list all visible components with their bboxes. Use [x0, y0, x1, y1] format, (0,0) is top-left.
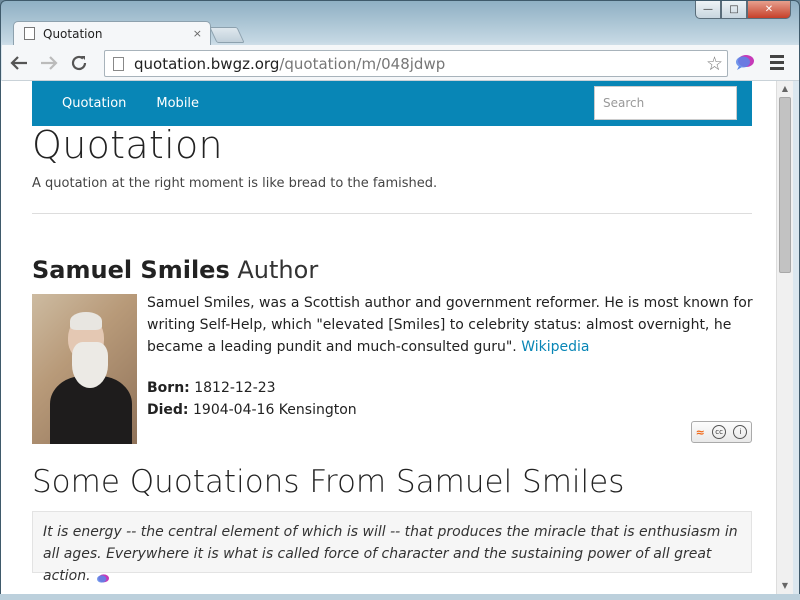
- died-label: Died:: [147, 402, 189, 418]
- window-bottom-frame: [0, 594, 800, 600]
- url-path: /quotation/m/048jdwp: [279, 54, 446, 73]
- maximize-button[interactable]: □: [721, 1, 747, 19]
- author-name: Samuel Smiles: [32, 256, 230, 284]
- site-title: Quotation: [32, 123, 223, 167]
- page-viewport: Quotation Mobile Search Quotation A quot…: [1, 81, 777, 594]
- site-tagline: A quotation at the right moment is like …: [32, 176, 438, 191]
- born-label: Born:: [147, 380, 190, 396]
- reload-icon: [71, 55, 87, 70]
- back-button[interactable]: [6, 50, 32, 76]
- freebase-icon: ≈: [695, 425, 705, 439]
- page-icon: [24, 27, 35, 40]
- died-value: 1904-04-16 Kensington: [193, 402, 357, 418]
- quote-text: It is energy -- the central element of w…: [43, 524, 738, 584]
- quote-card: It is energy -- the central element of w…: [32, 511, 752, 584]
- author-role: Author: [237, 256, 319, 284]
- page-icon: [113, 56, 124, 71]
- chat-bubble-icon[interactable]: [95, 570, 111, 583]
- scroll-down-arrow-icon[interactable]: ▼: [777, 578, 793, 594]
- address-bar[interactable]: quotation.bwgz.org/quotation/m/048jdwp ☆: [104, 50, 728, 77]
- author-facts: Born: 1812-12-23 Died: 1904-04-16 Kensin…: [147, 377, 357, 421]
- divider: [32, 213, 752, 214]
- scroll-up-arrow-icon[interactable]: ▲: [777, 81, 793, 97]
- url-host: quotation.bwgz.org: [134, 54, 280, 73]
- search-input[interactable]: Search: [594, 86, 737, 120]
- extension-chat-icon[interactable]: [735, 53, 755, 71]
- nav-link-quotation[interactable]: Quotation: [62, 96, 126, 111]
- bio-text: Samuel Smiles, was a Scottish author and…: [147, 295, 753, 355]
- author-heading: Samuel Smiles Author: [32, 256, 318, 284]
- browser-tab[interactable]: Quotation ×: [13, 21, 211, 45]
- forward-button[interactable]: [36, 50, 62, 76]
- born-value: 1812-12-23: [194, 380, 276, 396]
- site-navbar: Quotation Mobile Search: [32, 81, 752, 126]
- forward-arrow-icon: [41, 55, 58, 70]
- license-badge[interactable]: ≈ cc i: [691, 421, 752, 443]
- tab-close-icon[interactable]: ×: [193, 27, 202, 40]
- vertical-scrollbar[interactable]: ▲ ▼: [776, 81, 793, 594]
- cc-icon: cc: [712, 425, 727, 439]
- close-window-button[interactable]: ✕: [747, 1, 791, 19]
- nav-link-mobile[interactable]: Mobile: [156, 96, 199, 111]
- author-bio: Samuel Smiles, was a Scottish author and…: [147, 292, 757, 358]
- window-controls: — □ ✕: [695, 1, 791, 19]
- attribution-icon: i: [733, 425, 748, 439]
- minimize-button[interactable]: —: [695, 1, 721, 19]
- wikipedia-link[interactable]: Wikipedia: [521, 339, 589, 355]
- browser-menu-icon[interactable]: [770, 55, 784, 73]
- bookmark-star-icon[interactable]: ☆: [706, 53, 723, 75]
- new-tab-button[interactable]: [209, 27, 245, 43]
- tab-title: Quotation: [43, 26, 103, 41]
- back-arrow-icon: [10, 55, 27, 70]
- quotes-section-heading: Some Quotations From Samuel Smiles: [32, 464, 625, 500]
- scroll-thumb[interactable]: [779, 97, 791, 273]
- browser-toolbar: quotation.bwgz.org/quotation/m/048jdwp ☆: [2, 45, 799, 81]
- author-portrait: [32, 294, 137, 444]
- reload-button[interactable]: [66, 50, 92, 76]
